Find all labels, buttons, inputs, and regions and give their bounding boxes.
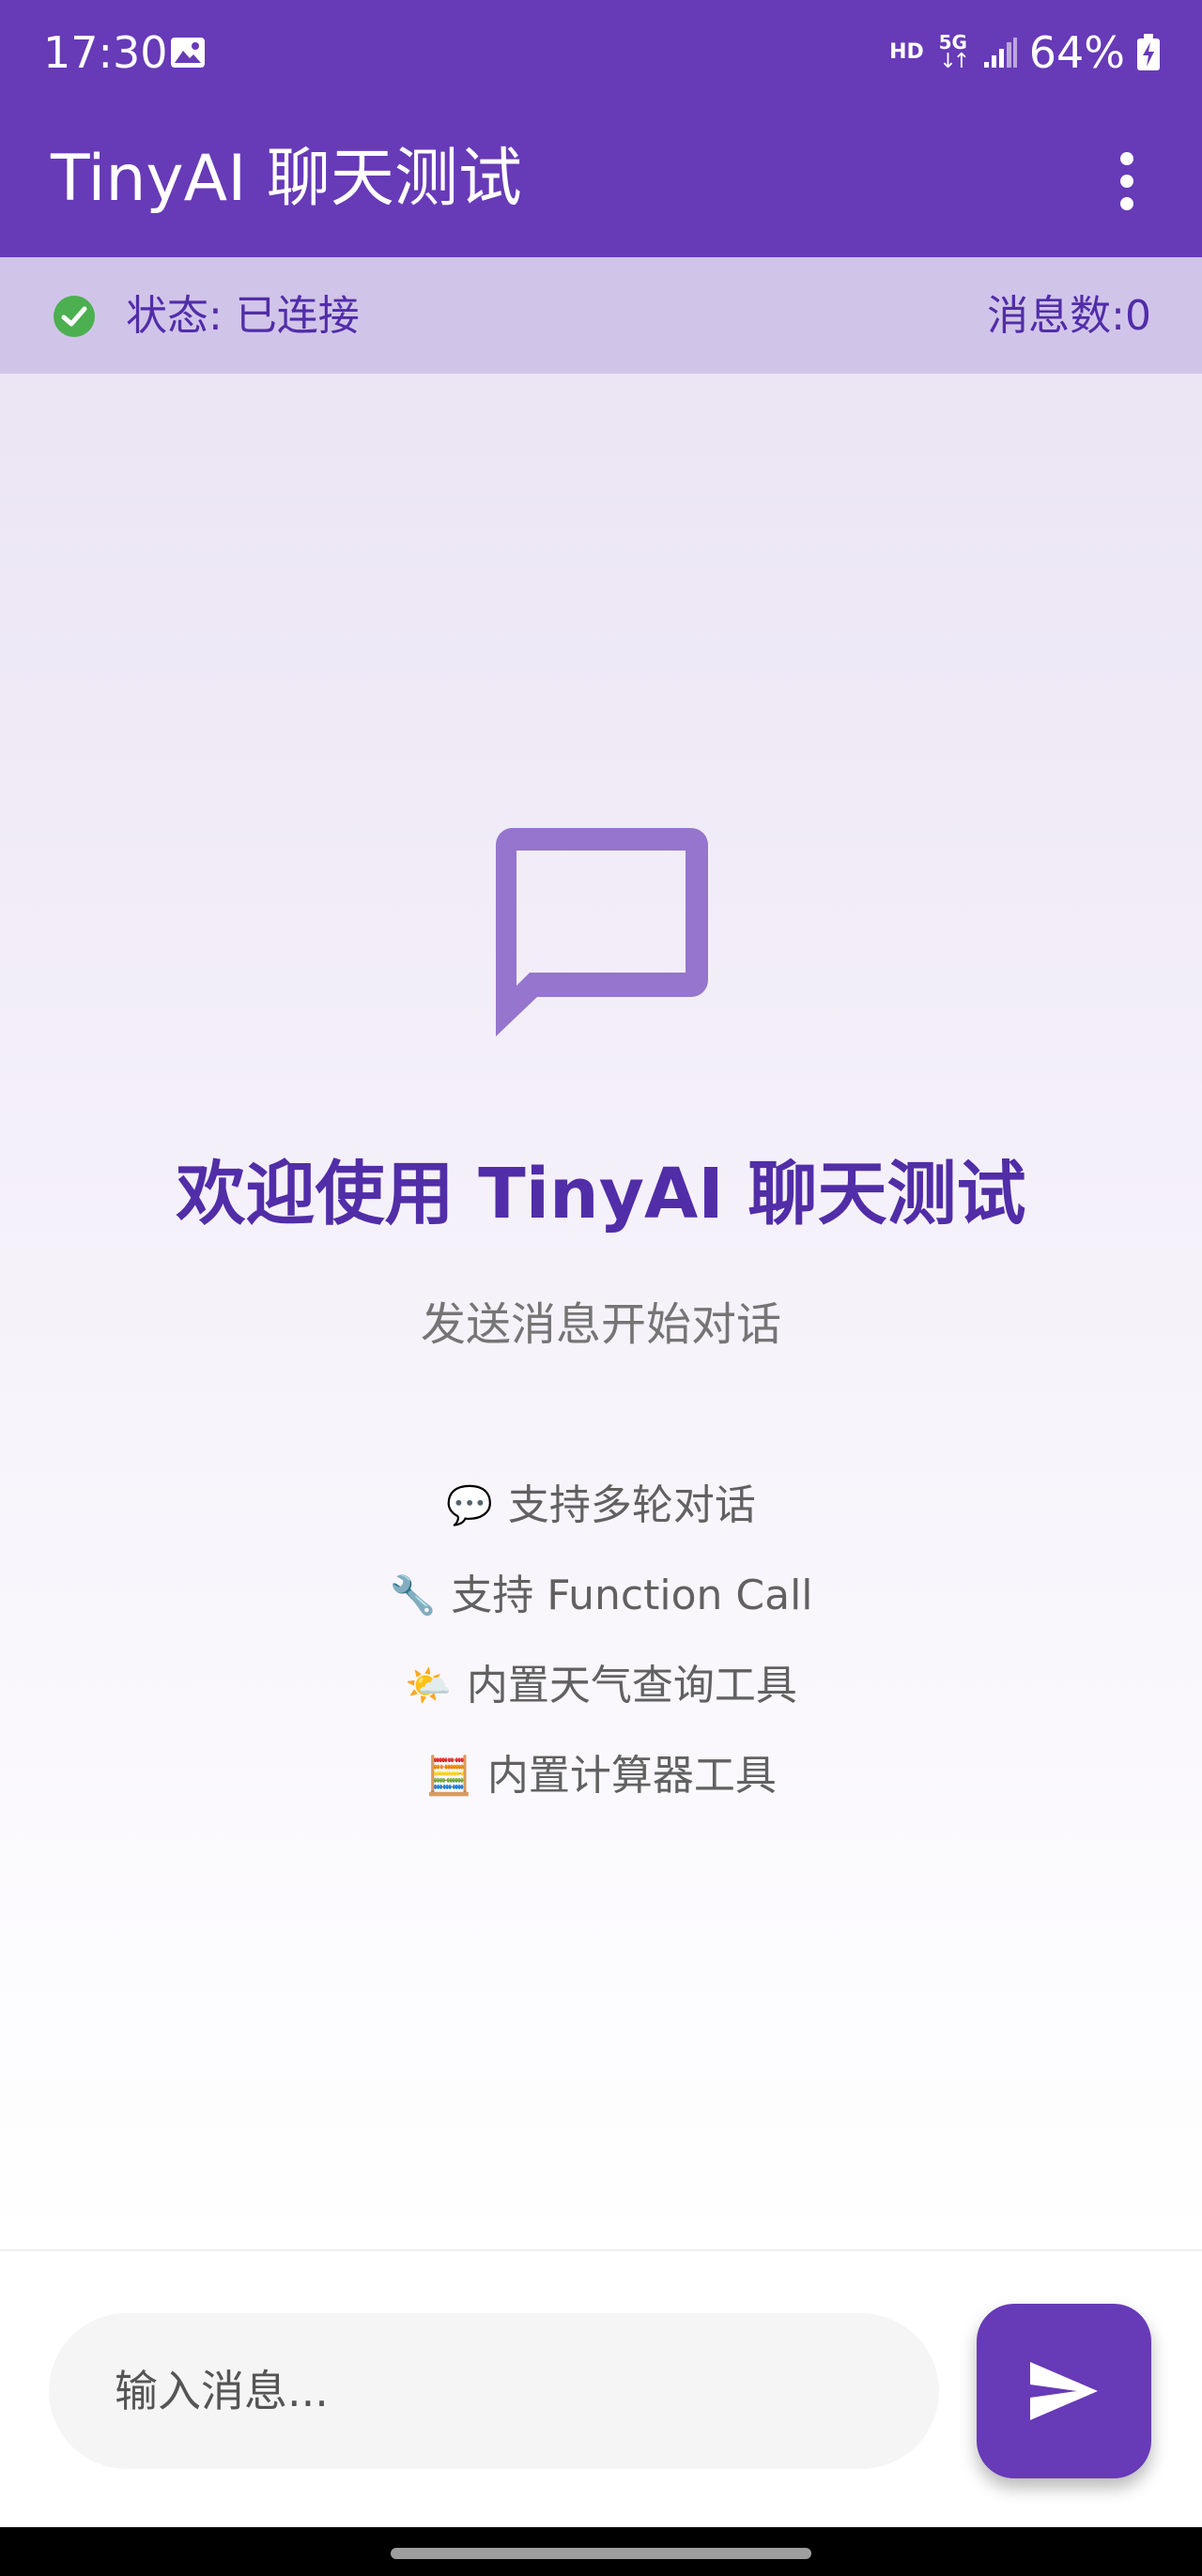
send-button[interactable]: [977, 2304, 1151, 2478]
status-time: 17:30: [43, 27, 168, 78]
welcome-title: 欢迎使用 TinyAI 聊天测试: [176, 1154, 1026, 1234]
wrench-icon: 🔧: [389, 1574, 437, 1618]
more-vert-dot: [1120, 197, 1133, 210]
more-vert-icon: [1120, 152, 1133, 165]
send-icon: [1030, 2362, 1098, 2420]
status-bar: 17:30 HD 5G ↓↑ 64%: [0, 0, 1202, 105]
status-indicators: HD 5G ↓↑ 64%: [889, 23, 1161, 83]
feature-text: 支持 Function Call: [451, 1572, 813, 1619]
more-vert-dot: [1120, 175, 1133, 188]
check-circle-icon: [54, 296, 95, 337]
sun-cloud-icon: 🌤️: [405, 1664, 452, 1708]
home-gesture-handle[interactable]: [391, 2548, 811, 2559]
battery-percent: 64%: [1028, 27, 1125, 78]
welcome-subtitle: 发送消息开始对话: [420, 1298, 781, 1351]
chat-bubble-icon: [495, 828, 708, 1036]
message-count: 消息数: 0: [987, 290, 1151, 343]
feature-text: 内置计算器工具: [486, 1752, 777, 1800]
speech-bubble-icon: 💬: [446, 1484, 493, 1527]
app-title: TinyAI 聊天测试: [51, 142, 522, 216]
network-label: 5G: [938, 31, 967, 54]
feature-text: 支持多轮对话: [507, 1481, 756, 1529]
battery-charging-icon: [1137, 34, 1160, 70]
feature-item-weather: 🌤️ 内置天气查询工具: [0, 1653, 1202, 1719]
connection-status-text: 状态: 已连接: [126, 292, 360, 340]
signal-icon: [983, 38, 1017, 68]
more-options-button[interactable]: [1089, 139, 1164, 223]
network-arrows-icon: ↓↑: [939, 50, 970, 73]
message-input[interactable]: [49, 2313, 939, 2469]
feature-item-multi-turn: 💬 支持多轮对话: [0, 1473, 1202, 1539]
feature-item-calculator: 🧮 内置计算器工具: [0, 1743, 1202, 1809]
network-indicator: 5G ↓↑: [935, 33, 971, 72]
image-icon: [171, 38, 205, 68]
feature-item-function-call: 🔧 支持 Function Call: [0, 1563, 1202, 1629]
abacus-icon: 🧮: [425, 1755, 472, 1798]
feature-text: 内置天气查询工具: [466, 1662, 797, 1710]
message-count-value: 0: [1125, 292, 1151, 340]
hd-label: HD: [889, 40, 924, 64]
app-bar: TinyAI 聊天测试: [0, 105, 1202, 257]
message-count-label: 消息数:: [987, 292, 1125, 340]
